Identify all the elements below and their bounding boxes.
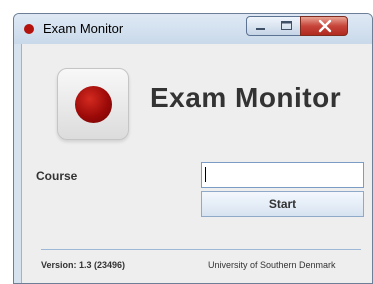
course-label: Course <box>36 169 78 183</box>
maximize-icon <box>281 21 292 30</box>
client-area: Exam Monitor Course Start Version: 1.3 (… <box>21 44 372 283</box>
minimize-icon <box>256 28 265 30</box>
minimize-button[interactable] <box>246 16 274 36</box>
text-caret <box>205 167 206 182</box>
university-label: University of Southern Denmark <box>208 260 336 270</box>
app-headline: Exam Monitor <box>150 82 342 113</box>
close-button[interactable] <box>300 16 348 36</box>
start-button[interactable]: Start <box>201 191 364 217</box>
record-icon <box>57 68 129 140</box>
close-icon <box>318 19 332 33</box>
footer-divider <box>41 249 361 250</box>
app-icon <box>24 24 34 34</box>
version-label: Version: 1.3 (23496) <box>41 260 126 270</box>
app-window: Exam Monitor Exam Monitor Course Start V… <box>13 13 373 284</box>
maximize-button[interactable] <box>273 16 300 36</box>
title-bar[interactable]: Exam Monitor <box>14 14 372 44</box>
record-dot <box>75 86 112 123</box>
window-title: Exam Monitor <box>43 21 124 36</box>
course-input[interactable] <box>201 162 364 188</box>
